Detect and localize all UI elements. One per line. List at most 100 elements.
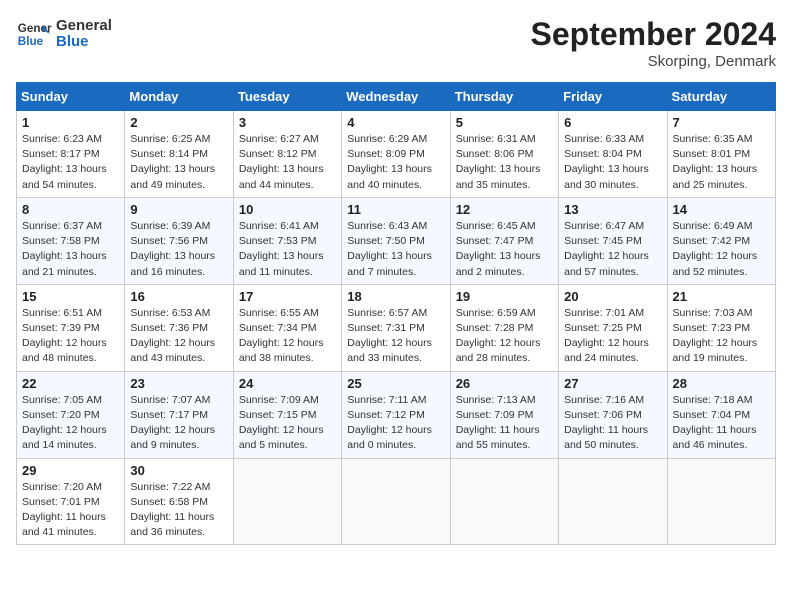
day-number: 29 [22,463,119,478]
day-cell: 15 Sunrise: 6:51 AMSunset: 7:39 PMDaylig… [17,284,125,371]
day-cell [559,458,667,545]
location: Skorping, Denmark [531,53,776,70]
day-number: 2 [130,115,227,130]
weekday-header-tuesday: Tuesday [233,83,341,111]
day-cell: 20 Sunrise: 7:01 AMSunset: 7:25 PMDaylig… [559,284,667,371]
day-number: 30 [130,463,227,478]
day-number: 24 [239,376,336,391]
day-number: 18 [347,289,444,304]
day-info: Sunrise: 6:29 AMSunset: 8:09 PMDaylight:… [347,132,444,193]
day-info: Sunrise: 6:41 AMSunset: 7:53 PMDaylight:… [239,219,336,280]
title-area: September 2024 Skorping, Denmark [531,16,776,70]
day-number: 11 [347,202,444,217]
day-cell: 21 Sunrise: 7:03 AMSunset: 7:23 PMDaylig… [667,284,775,371]
day-cell: 18 Sunrise: 6:57 AMSunset: 7:31 PMDaylig… [342,284,450,371]
day-info: Sunrise: 7:05 AMSunset: 7:20 PMDaylight:… [22,393,119,454]
day-info: Sunrise: 7:20 AMSunset: 7:01 PMDaylight:… [22,480,119,541]
day-cell: 9 Sunrise: 6:39 AMSunset: 7:56 PMDayligh… [125,197,233,284]
day-number: 10 [239,202,336,217]
day-cell: 6 Sunrise: 6:33 AMSunset: 8:04 PMDayligh… [559,111,667,198]
logo-icon: General Blue [16,16,52,52]
weekday-header-row: SundayMondayTuesdayWednesdayThursdayFrid… [17,83,776,111]
weekday-header-saturday: Saturday [667,83,775,111]
day-info: Sunrise: 7:13 AMSunset: 7:09 PMDaylight:… [456,393,553,454]
day-number: 19 [456,289,553,304]
day-number: 7 [673,115,770,130]
day-cell: 25 Sunrise: 7:11 AMSunset: 7:12 PMDaylig… [342,371,450,458]
day-number: 16 [130,289,227,304]
day-cell: 14 Sunrise: 6:49 AMSunset: 7:42 PMDaylig… [667,197,775,284]
day-number: 6 [564,115,661,130]
day-number: 14 [673,202,770,217]
day-cell: 1 Sunrise: 6:23 AMSunset: 8:17 PMDayligh… [17,111,125,198]
day-info: Sunrise: 6:49 AMSunset: 7:42 PMDaylight:… [673,219,770,280]
day-info: Sunrise: 6:33 AMSunset: 8:04 PMDaylight:… [564,132,661,193]
day-number: 28 [673,376,770,391]
logo-text: General Blue [56,18,112,51]
day-info: Sunrise: 7:16 AMSunset: 7:06 PMDaylight:… [564,393,661,454]
day-info: Sunrise: 6:25 AMSunset: 8:14 PMDaylight:… [130,132,227,193]
day-number: 3 [239,115,336,130]
day-info: Sunrise: 6:59 AMSunset: 7:28 PMDaylight:… [456,306,553,367]
weekday-header-thursday: Thursday [450,83,558,111]
day-number: 25 [347,376,444,391]
day-number: 21 [673,289,770,304]
day-cell: 29 Sunrise: 7:20 AMSunset: 7:01 PMDaylig… [17,458,125,545]
day-info: Sunrise: 6:47 AMSunset: 7:45 PMDaylight:… [564,219,661,280]
day-cell: 11 Sunrise: 6:43 AMSunset: 7:50 PMDaylig… [342,197,450,284]
day-info: Sunrise: 6:35 AMSunset: 8:01 PMDaylight:… [673,132,770,193]
day-cell: 3 Sunrise: 6:27 AMSunset: 8:12 PMDayligh… [233,111,341,198]
day-cell [233,458,341,545]
day-cell: 27 Sunrise: 7:16 AMSunset: 7:06 PMDaylig… [559,371,667,458]
day-number: 17 [239,289,336,304]
day-cell: 4 Sunrise: 6:29 AMSunset: 8:09 PMDayligh… [342,111,450,198]
day-info: Sunrise: 6:45 AMSunset: 7:47 PMDaylight:… [456,219,553,280]
day-number: 13 [564,202,661,217]
weekday-header-sunday: Sunday [17,83,125,111]
day-info: Sunrise: 7:07 AMSunset: 7:17 PMDaylight:… [130,393,227,454]
weekday-header-monday: Monday [125,83,233,111]
day-cell: 5 Sunrise: 6:31 AMSunset: 8:06 PMDayligh… [450,111,558,198]
day-cell [667,458,775,545]
calendar-table: SundayMondayTuesdayWednesdayThursdayFrid… [16,82,776,545]
day-info: Sunrise: 7:09 AMSunset: 7:15 PMDaylight:… [239,393,336,454]
day-cell [342,458,450,545]
day-cell: 26 Sunrise: 7:13 AMSunset: 7:09 PMDaylig… [450,371,558,458]
day-cell: 12 Sunrise: 6:45 AMSunset: 7:47 PMDaylig… [450,197,558,284]
day-info: Sunrise: 6:43 AMSunset: 7:50 PMDaylight:… [347,219,444,280]
day-info: Sunrise: 6:31 AMSunset: 8:06 PMDaylight:… [456,132,553,193]
day-cell: 13 Sunrise: 6:47 AMSunset: 7:45 PMDaylig… [559,197,667,284]
week-row-4: 22 Sunrise: 7:05 AMSunset: 7:20 PMDaylig… [17,371,776,458]
day-info: Sunrise: 6:51 AMSunset: 7:39 PMDaylight:… [22,306,119,367]
header: General Blue General Blue September 2024… [16,16,776,70]
day-cell: 17 Sunrise: 6:55 AMSunset: 7:34 PMDaylig… [233,284,341,371]
day-info: Sunrise: 6:53 AMSunset: 7:36 PMDaylight:… [130,306,227,367]
day-cell [450,458,558,545]
week-row-2: 8 Sunrise: 6:37 AMSunset: 7:58 PMDayligh… [17,197,776,284]
day-number: 20 [564,289,661,304]
logo-general: General [56,17,112,34]
day-cell: 28 Sunrise: 7:18 AMSunset: 7:04 PMDaylig… [667,371,775,458]
day-cell: 22 Sunrise: 7:05 AMSunset: 7:20 PMDaylig… [17,371,125,458]
day-cell: 23 Sunrise: 7:07 AMSunset: 7:17 PMDaylig… [125,371,233,458]
day-info: Sunrise: 7:03 AMSunset: 7:23 PMDaylight:… [673,306,770,367]
day-number: 5 [456,115,553,130]
week-row-1: 1 Sunrise: 6:23 AMSunset: 8:17 PMDayligh… [17,111,776,198]
weekday-header-wednesday: Wednesday [342,83,450,111]
calendar-body: 1 Sunrise: 6:23 AMSunset: 8:17 PMDayligh… [17,111,776,545]
day-info: Sunrise: 6:55 AMSunset: 7:34 PMDaylight:… [239,306,336,367]
day-number: 15 [22,289,119,304]
day-cell: 16 Sunrise: 6:53 AMSunset: 7:36 PMDaylig… [125,284,233,371]
day-info: Sunrise: 6:37 AMSunset: 7:58 PMDaylight:… [22,219,119,280]
svg-text:Blue: Blue [18,35,44,48]
day-info: Sunrise: 7:18 AMSunset: 7:04 PMDaylight:… [673,393,770,454]
day-cell: 7 Sunrise: 6:35 AMSunset: 8:01 PMDayligh… [667,111,775,198]
day-info: Sunrise: 7:22 AMSunset: 6:58 PMDaylight:… [130,480,227,541]
day-cell: 19 Sunrise: 6:59 AMSunset: 7:28 PMDaylig… [450,284,558,371]
day-cell: 30 Sunrise: 7:22 AMSunset: 6:58 PMDaylig… [125,458,233,545]
day-info: Sunrise: 7:11 AMSunset: 7:12 PMDaylight:… [347,393,444,454]
day-number: 8 [22,202,119,217]
day-number: 23 [130,376,227,391]
day-info: Sunrise: 6:39 AMSunset: 7:56 PMDaylight:… [130,219,227,280]
logo-blue: Blue [56,33,89,50]
